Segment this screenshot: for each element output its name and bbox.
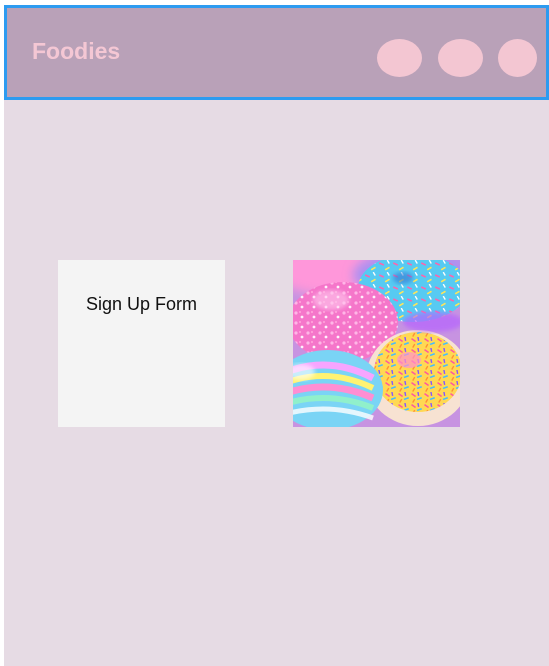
nav-button-2[interactable]: [438, 39, 483, 77]
donuts-image: [293, 260, 460, 427]
signup-form-card[interactable]: Sign Up Form: [58, 260, 225, 427]
brand-title: Foodies: [32, 38, 121, 64]
nav-button-3[interactable]: [498, 39, 537, 77]
nav-button-1[interactable]: [377, 39, 422, 77]
app-header: Foodies: [4, 5, 549, 100]
signup-form-label: Sign Up Form: [85, 294, 198, 314]
